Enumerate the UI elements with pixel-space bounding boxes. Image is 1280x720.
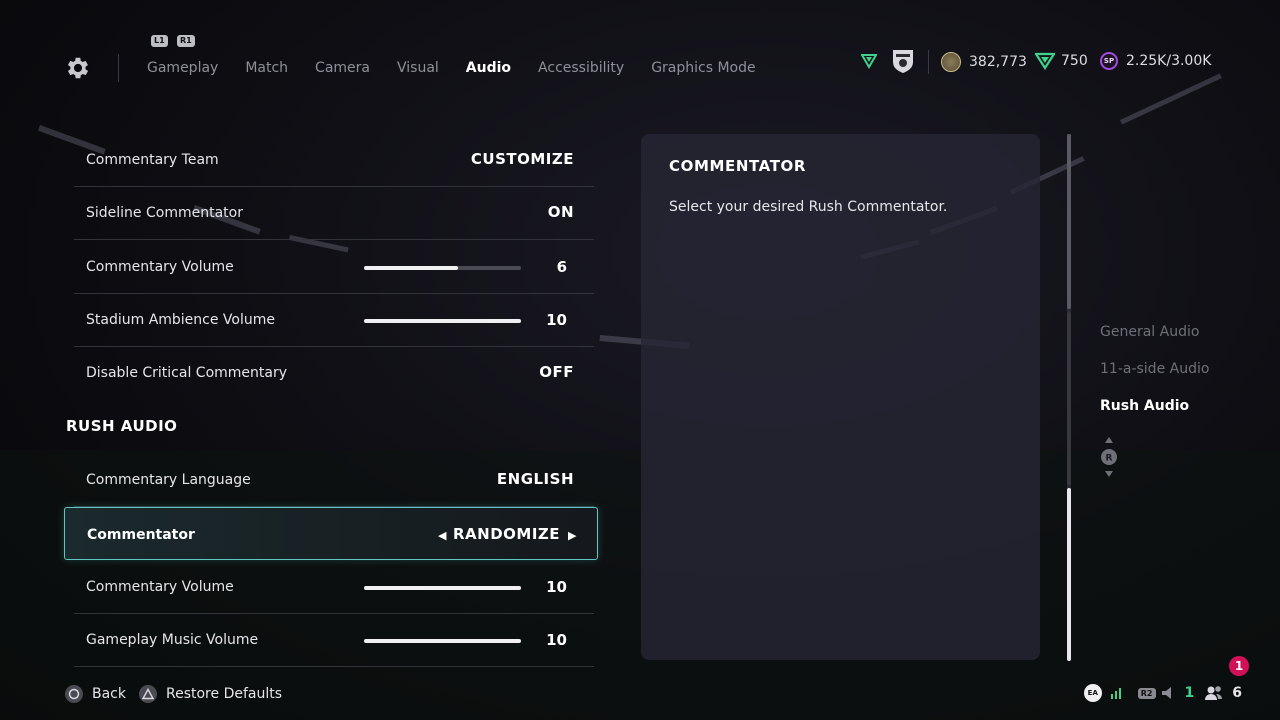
- footer-bar: Back Restore Defaults EA R2 1 6: [0, 680, 1280, 710]
- description-title: COMMENTATOR: [669, 157, 807, 175]
- section-nav-11-a-side-audio[interactable]: 11-a-side Audio: [1100, 361, 1209, 379]
- tab-graphics-mode[interactable]: Graphics Mode: [651, 60, 755, 76]
- sp-balance: SP 2.25K/3.00K: [1100, 52, 1211, 70]
- section-title-rush-audio: RUSH AUDIO: [66, 417, 178, 435]
- settings-tabs: Gameplay Match Camera Visual Audio Acces…: [147, 60, 783, 76]
- volume-slider[interactable]: [364, 319, 521, 323]
- scrollbar-thumb[interactable]: [1067, 488, 1071, 661]
- tab-accessibility[interactable]: Accessibility: [538, 60, 624, 76]
- club-crest-icon: [893, 50, 913, 73]
- back-label: Back: [92, 686, 126, 702]
- tab-visual[interactable]: Visual: [397, 60, 439, 76]
- setting-label: Commentary Volume: [86, 579, 234, 595]
- setting-label: Gameplay Music Volume: [86, 632, 259, 648]
- setting-row-gameplay-music-volume[interactable]: Gameplay Music Volume 10: [74, 613, 594, 667]
- mic-count: 1: [1184, 685, 1195, 701]
- fc-points-icon: [1035, 52, 1055, 70]
- setting-label: Commentary Volume: [86, 259, 234, 275]
- connection-bars-icon: [1110, 688, 1121, 699]
- slider-fill: [364, 639, 521, 643]
- setting-value: OFF: [539, 363, 574, 381]
- sp-value: 2.25K/3.00K: [1126, 53, 1212, 69]
- r2-button-icon: R2: [1137, 687, 1156, 699]
- system-tray: EA R2 1 6: [1083, 684, 1242, 702]
- setting-row-rush-commentary-volume[interactable]: Commentary Volume 10: [74, 560, 594, 614]
- header-divider: [118, 54, 119, 82]
- coin-icon: [941, 52, 961, 72]
- tab-camera[interactable]: Camera: [315, 60, 370, 76]
- setting-label: Commentator: [87, 527, 195, 543]
- party-icon[interactable]: [1204, 685, 1224, 701]
- slider-fill: [364, 586, 521, 590]
- setting-value: CUSTOMIZE: [470, 150, 574, 168]
- setting-label: Disable Critical Commentary: [86, 365, 288, 381]
- setting-row-sideline-commentator[interactable]: Sideline Commentator ON: [74, 186, 594, 240]
- circle-button-icon: [65, 685, 83, 703]
- setting-row-commentator[interactable]: Commentator ◀ RANDOMIZE ▶: [64, 507, 598, 560]
- restore-defaults-hint[interactable]: Restore Defaults: [139, 685, 282, 703]
- slider-fill: [364, 266, 459, 270]
- gear-icon[interactable]: [64, 54, 92, 82]
- setting-value: ENGLISH: [496, 470, 574, 488]
- setting-value: RANDOMIZE: [452, 525, 561, 543]
- division-triangle-icon: [861, 54, 877, 69]
- section-navigation: General Audio 11-a-side Audio Rush Audio: [1100, 324, 1209, 435]
- slider-value: 6: [556, 258, 567, 276]
- points-balance: 750: [1035, 52, 1088, 70]
- setting-label: Stadium Ambience Volume: [86, 312, 275, 328]
- arrow-left-icon[interactable]: ◀: [438, 529, 447, 542]
- notification-badge[interactable]: 1: [1229, 656, 1249, 676]
- volume-slider[interactable]: [364, 266, 521, 270]
- setting-row-commentary-volume[interactable]: Commentary Volume 6: [74, 240, 594, 294]
- sp-icon: SP: [1100, 52, 1118, 70]
- triangle-button-icon: [139, 685, 157, 703]
- setting-row-commentary-language[interactable]: Commentary Language ENGLISH: [74, 453, 594, 507]
- restore-defaults-label: Restore Defaults: [166, 686, 283, 702]
- slider-value: 10: [546, 631, 567, 649]
- setting-row-disable-critical-commentary[interactable]: Disable Critical Commentary OFF: [74, 346, 594, 399]
- slider-value: 10: [546, 311, 567, 329]
- back-hint[interactable]: Back: [65, 685, 126, 703]
- right-stick-icon: R: [1101, 437, 1117, 477]
- party-count: 6: [1232, 685, 1242, 701]
- points-value: 750: [1061, 53, 1088, 69]
- mic-muted-icon[interactable]: [1161, 686, 1177, 700]
- ea-icon: EA: [1083, 684, 1102, 702]
- l1-button-hint[interactable]: L1: [151, 35, 168, 47]
- coins-value: 382,773: [969, 54, 1027, 70]
- arrow-right-icon[interactable]: ▶: [568, 529, 577, 542]
- setting-label: Sideline Commentator: [86, 205, 243, 221]
- top-navigation: L1 R1 Gameplay Match Camera Visual Audio…: [0, 0, 1280, 110]
- tab-match[interactable]: Match: [245, 60, 288, 76]
- slider-value: 10: [546, 578, 567, 596]
- section-nav-general-audio[interactable]: General Audio: [1100, 324, 1209, 342]
- setting-label: Commentary Language: [86, 472, 251, 488]
- coins-balance: 382,773: [941, 52, 1027, 72]
- r1-button-hint[interactable]: R1: [177, 35, 195, 47]
- slider-fill: [364, 319, 521, 323]
- setting-row-stadium-ambience-volume[interactable]: Stadium Ambience Volume 10: [74, 293, 594, 347]
- setting-value: ON: [547, 203, 574, 221]
- scrollbar-segment-11-a-side: [1067, 312, 1071, 485]
- tab-audio[interactable]: Audio: [466, 60, 511, 76]
- description-text: Select your desired Rush Commentator.: [669, 199, 948, 215]
- stick-label: R: [1106, 454, 1113, 464]
- volume-slider[interactable]: [364, 639, 521, 643]
- option-selector: ◀ RANDOMIZE ▶: [438, 525, 577, 543]
- description-panel: COMMENTATOR Select your desired Rush Com…: [641, 134, 1040, 660]
- setting-label: Commentary Team: [86, 152, 219, 168]
- tab-gameplay[interactable]: Gameplay: [147, 60, 218, 76]
- currency-divider: [928, 50, 929, 74]
- section-nav-rush-audio[interactable]: Rush Audio: [1100, 398, 1209, 416]
- volume-slider[interactable]: [364, 586, 521, 590]
- scrollbar-segment-general: [1067, 134, 1071, 309]
- setting-row-commentary-team[interactable]: Commentary Team CUSTOMIZE: [74, 133, 594, 187]
